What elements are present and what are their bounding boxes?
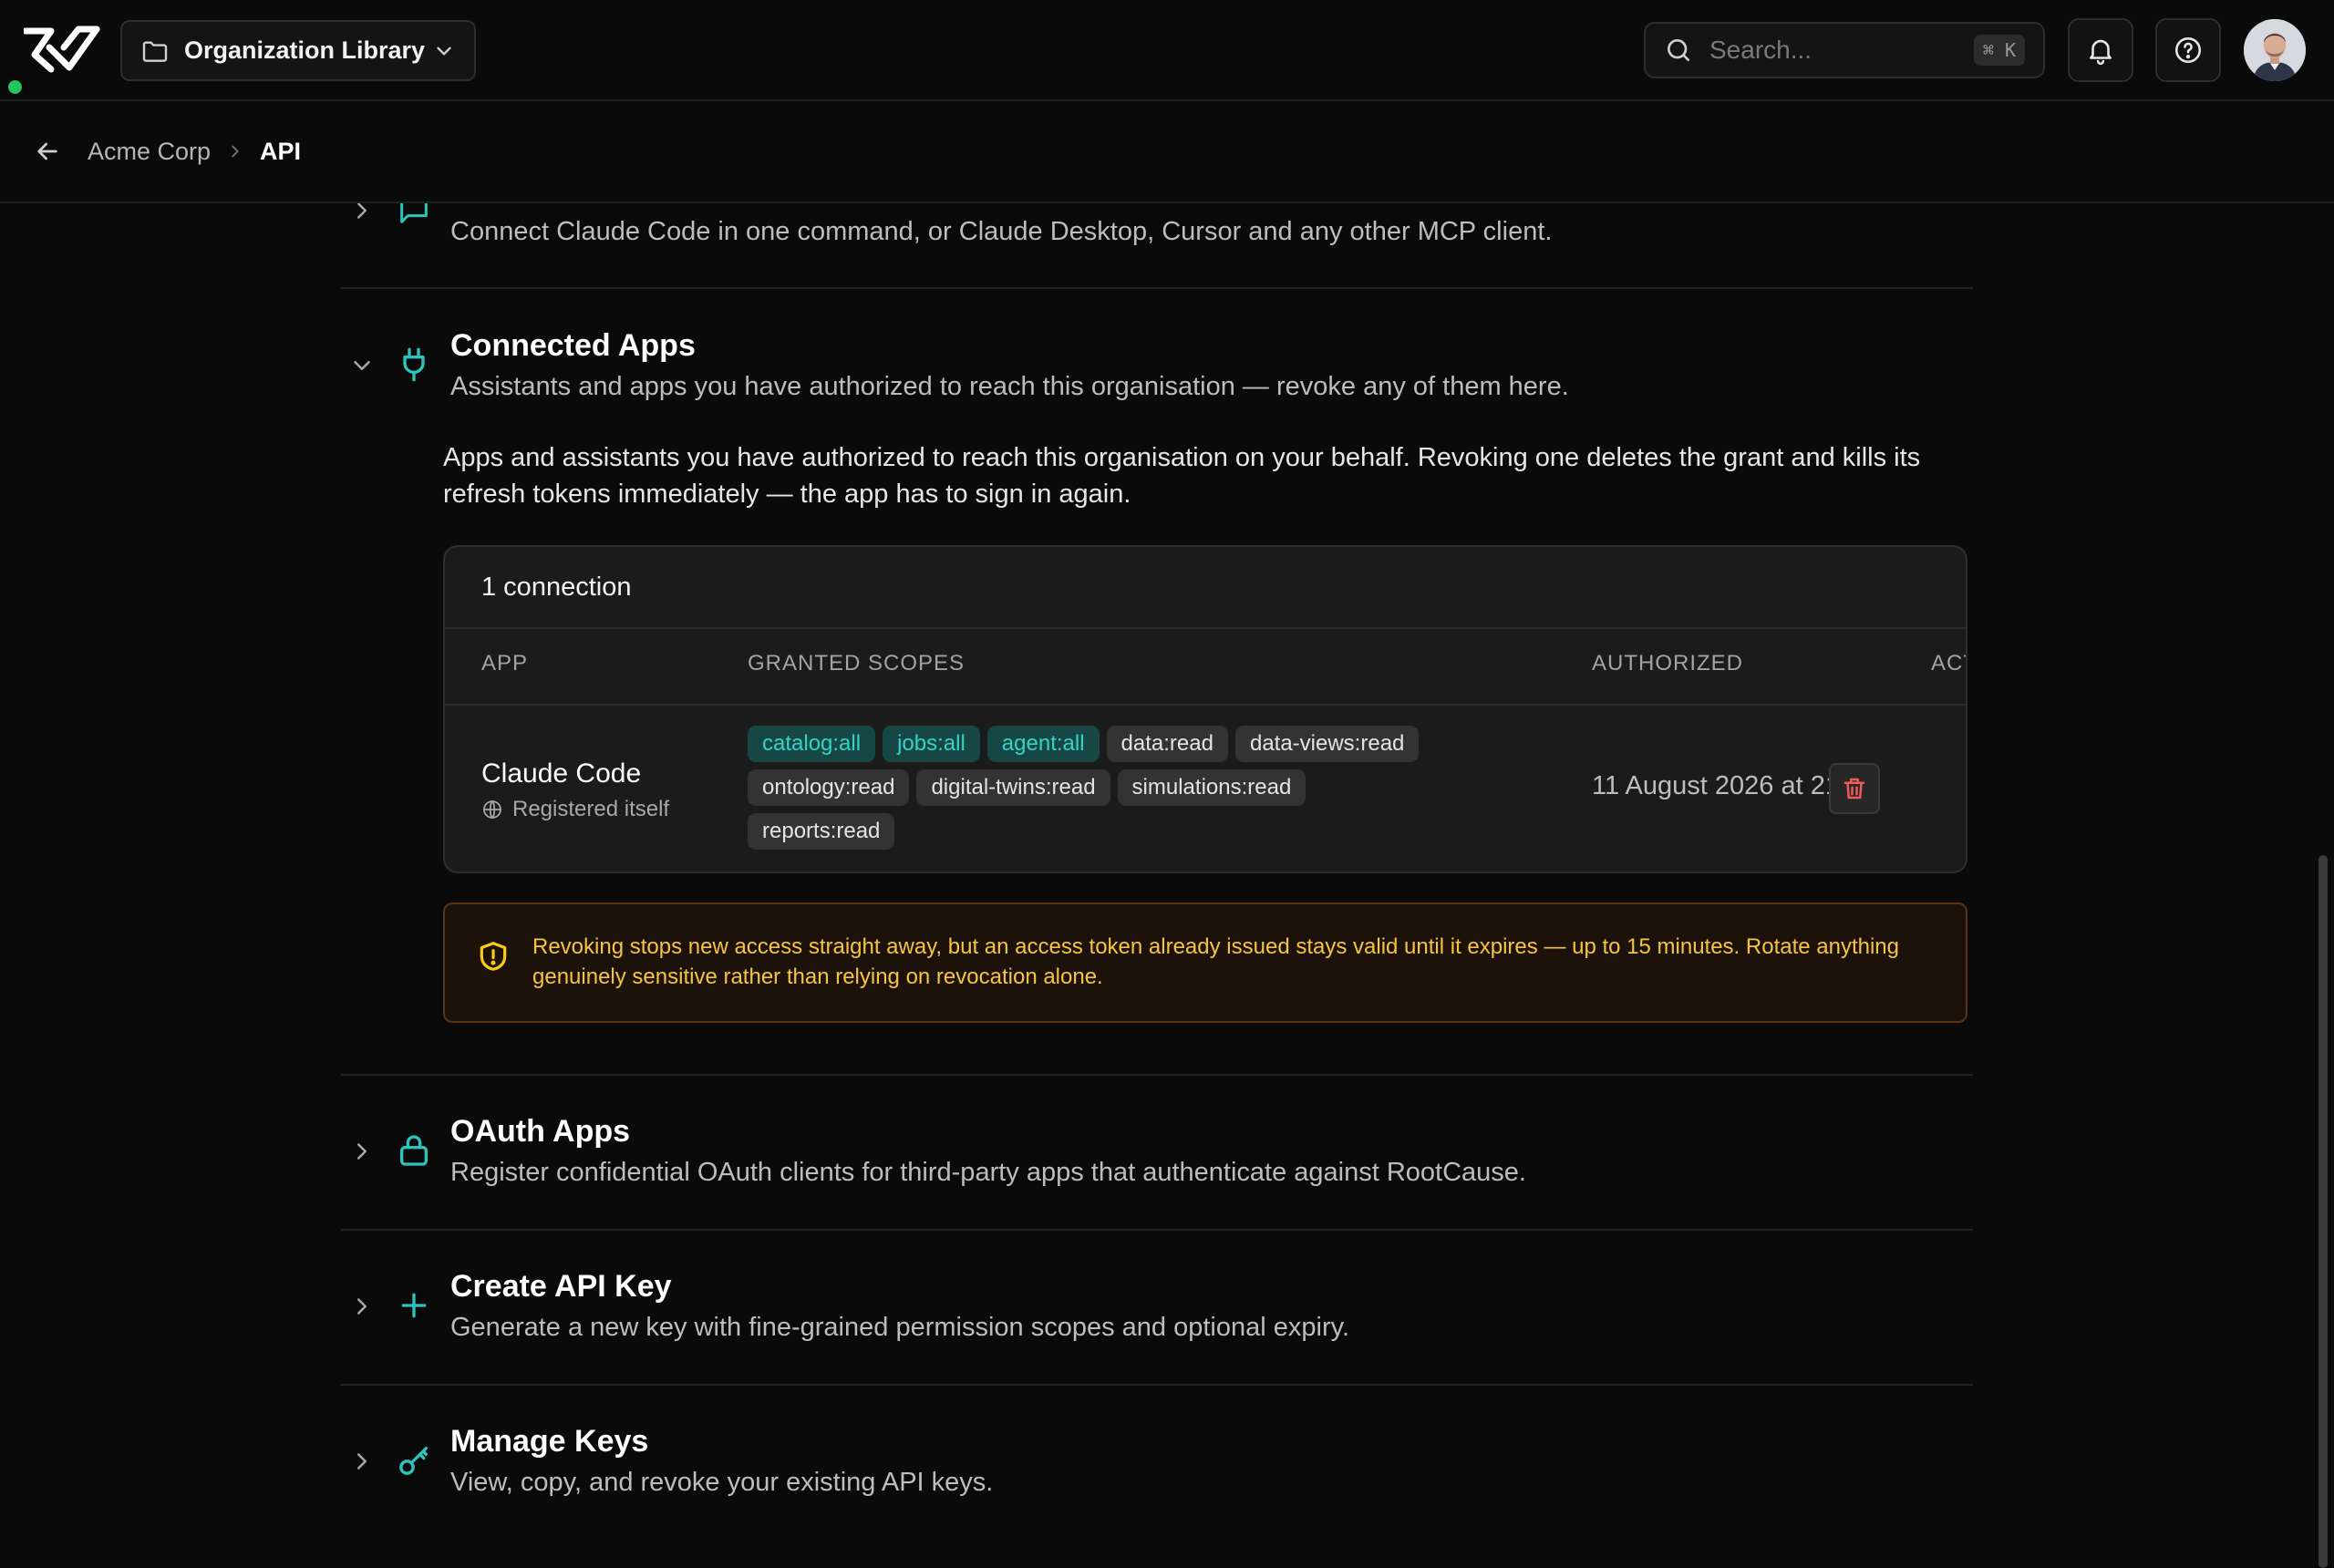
breadcrumb-parent-link[interactable]: Acme Corp — [88, 138, 211, 166]
warning-text: Revoking stops new access straight away,… — [532, 934, 1900, 989]
app-registration: Registered itself — [481, 797, 669, 822]
chevron-right-icon[interactable] — [348, 1293, 376, 1320]
help-button[interactable] — [2155, 18, 2221, 82]
section-divider — [341, 287, 1973, 289]
scope-chip: catalog:all — [748, 726, 876, 762]
section-divider — [341, 1074, 1973, 1076]
app-logo[interactable] — [24, 24, 100, 75]
search-shortcut-hint: ⌘ K — [1973, 35, 2025, 66]
section-divider — [341, 1229, 1973, 1231]
connections-table: 1 connection APP GRANTED SCOPES AUTHORIZ… — [443, 545, 1967, 873]
notifications-button[interactable] — [2068, 18, 2133, 82]
connected-apps-intro: Apps and assistants you have authorized … — [443, 443, 1921, 509]
scope-chip: agent:all — [986, 726, 1100, 762]
section-create-api-key[interactable]: Create API Key Generate a new key with f… — [341, 1269, 1973, 1360]
column-header-actions: ACTIONS — [1931, 651, 1966, 676]
section-title: Manage Keys — [450, 1424, 649, 1459]
section-description: Generate a new key with fine-grained per… — [450, 1313, 1349, 1342]
chevron-right-icon — [232, 145, 239, 158]
section-divider — [341, 1384, 1973, 1386]
column-header-scopes: GRANTED SCOPES — [748, 651, 966, 676]
app-registration-label: Registered itself — [512, 797, 670, 821]
section-description: Assistants and apps you have authorized … — [450, 372, 1569, 401]
page-scrollbar[interactable] — [2319, 855, 2328, 1568]
scope-chip: simulations:read — [1117, 769, 1306, 806]
table-row-divider — [445, 704, 1966, 706]
section-description: Register confidential OAuth clients for … — [450, 1158, 1526, 1187]
online-status-dot — [8, 80, 22, 94]
plus-icon — [401, 1293, 427, 1318]
breadcrumb: Acme Corp API — [0, 101, 2334, 203]
section-title: Create API Key — [450, 1269, 672, 1304]
section-title: OAuth Apps — [450, 1114, 631, 1149]
column-header-app: APP — [481, 651, 529, 676]
connections-count: 1 connection — [445, 547, 1966, 629]
section-connected-apps[interactable]: Connected Apps Assistants and apps you h… — [341, 328, 1973, 419]
shield-alert-icon — [480, 942, 507, 971]
folder-icon — [142, 40, 168, 62]
plug-icon — [403, 347, 425, 382]
column-header-authorized: AUTHORIZED — [1592, 651, 1743, 676]
revoke-button[interactable] — [1829, 763, 1880, 814]
scope-chip: reports:read — [748, 813, 895, 850]
trash-icon — [1843, 778, 1865, 799]
granted-scopes: catalog:all jobs:all agent:all data:read… — [748, 726, 1459, 850]
breadcrumb-current: API — [260, 137, 302, 165]
chevron-down-icon[interactable] — [348, 352, 376, 379]
chevron-right-icon[interactable] — [348, 1138, 376, 1165]
key-icon — [399, 1447, 428, 1475]
scope-chip: jobs:all — [883, 726, 980, 762]
section-oauth-apps[interactable]: OAuth Apps Register confidential OAuth c… — [341, 1114, 1973, 1205]
scope-chip: data:read — [1106, 726, 1228, 762]
section-manage-keys[interactable]: Manage Keys View, copy, and revoke your … — [341, 1424, 1973, 1515]
globe-icon — [483, 800, 501, 819]
section-description: View, copy, and revoke your existing API… — [450, 1468, 994, 1497]
back-arrow-icon[interactable] — [33, 137, 62, 166]
scope-chip: data-views:read — [1234, 726, 1420, 762]
section-title: Connected Apps — [450, 328, 696, 363]
lock-icon — [400, 1135, 428, 1166]
revocation-warning: Revoking stops new access straight away,… — [443, 903, 1967, 1023]
chevron-right-icon[interactable] — [348, 1448, 376, 1475]
section-description: Connect Claude Code in one command, or C… — [450, 217, 1553, 246]
user-avatar[interactable] — [2244, 19, 2306, 81]
api-settings-content: Connect Claude Code in one command, or C… — [341, 0, 1973, 1568]
scope-chip: ontology:read — [748, 769, 910, 806]
avatar-image — [2244, 19, 2306, 81]
help-circle-icon — [2174, 36, 2202, 64]
app-name: Claude Code — [481, 758, 642, 789]
scope-chip: digital-twins:read — [916, 769, 1110, 806]
bell-icon — [2090, 39, 2112, 66]
